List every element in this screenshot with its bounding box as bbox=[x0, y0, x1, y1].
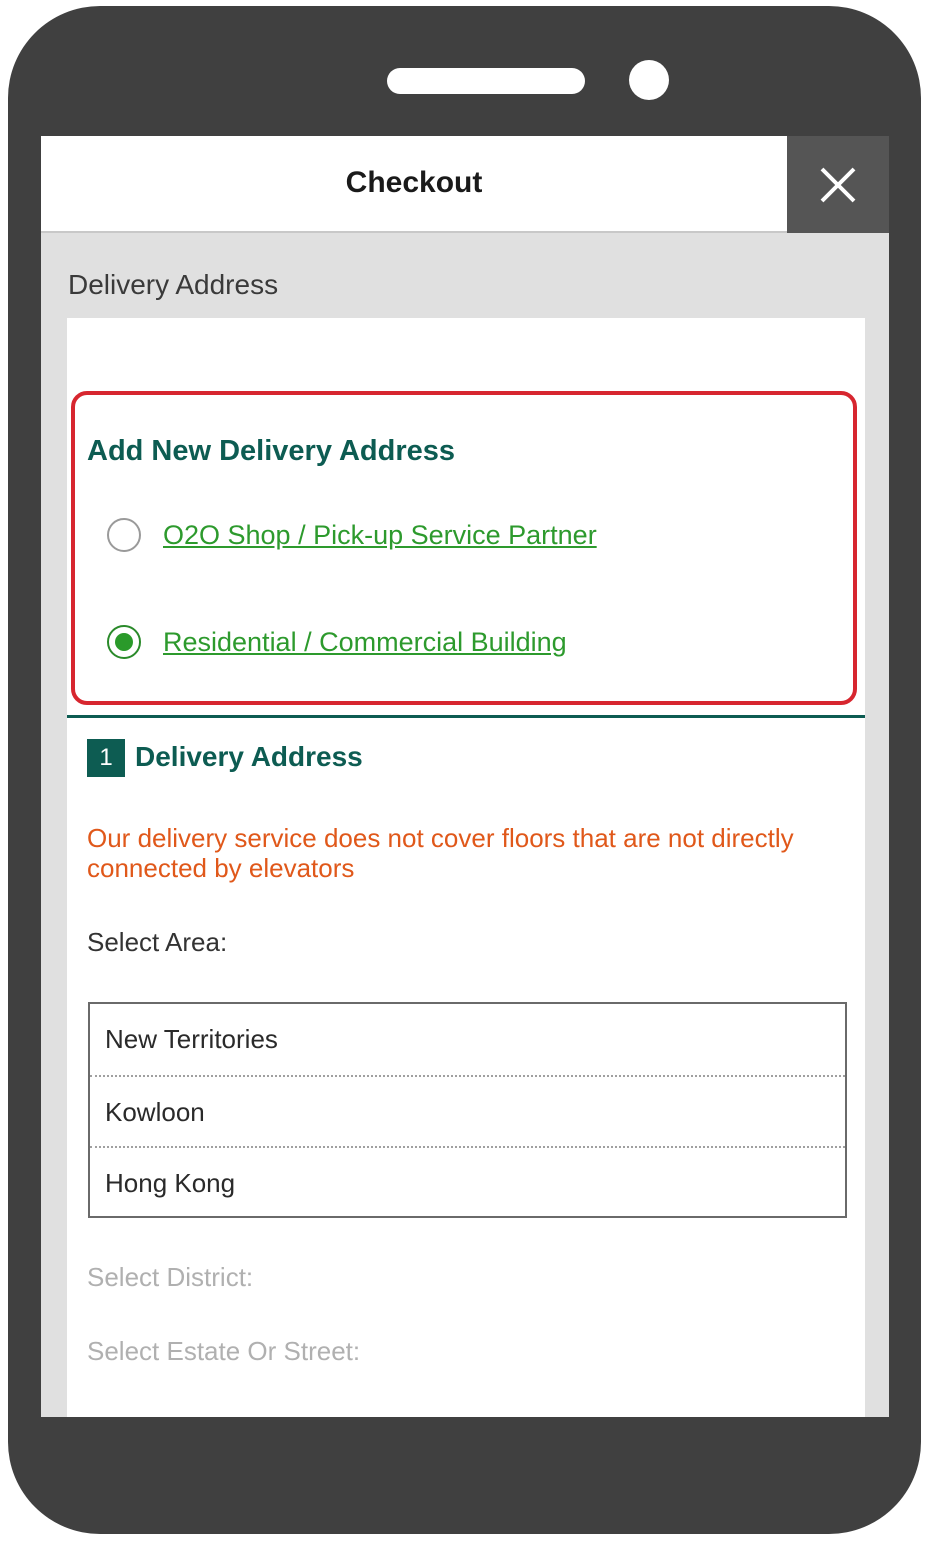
checkout-header: Checkout bbox=[41, 136, 889, 233]
add-address-title: Add New Delivery Address bbox=[87, 435, 455, 467]
select-district-label: Select District: bbox=[87, 1262, 254, 1292]
area-option-new-territories[interactable]: New Territories bbox=[90, 1004, 845, 1075]
area-list: New Territories Kowloon Hong Kong bbox=[88, 1002, 847, 1218]
checkout-screen: Checkout Delivery Address Add New Delive… bbox=[41, 136, 889, 1417]
option-residential-commercial-label[interactable]: Residential / Commercial Building bbox=[163, 627, 567, 658]
area-option-kowloon[interactable]: Kowloon bbox=[90, 1075, 845, 1146]
page-title: Checkout bbox=[345, 166, 483, 199]
delivery-notice: Our delivery service does not cover floo… bbox=[87, 823, 794, 883]
close-icon bbox=[820, 167, 856, 203]
address-panel: Add New Delivery Address O2O Shop / Pick… bbox=[67, 318, 865, 1417]
option-o2o-shop-label[interactable]: O2O Shop / Pick-up Service Partner bbox=[163, 520, 597, 551]
section-heading: Delivery Address bbox=[68, 269, 279, 300]
phone-camera bbox=[629, 60, 669, 100]
close-button[interactable] bbox=[787, 136, 889, 233]
step-number-badge: 1 bbox=[87, 739, 125, 777]
radio-residential-commercial[interactable] bbox=[107, 625, 141, 659]
section-divider bbox=[67, 715, 865, 718]
select-area-label: Select Area: bbox=[87, 927, 228, 957]
step-title: Delivery Address bbox=[135, 741, 363, 772]
select-estate-label: Select Estate Or Street: bbox=[87, 1336, 361, 1366]
area-option-hong-kong[interactable]: Hong Kong bbox=[90, 1146, 845, 1217]
radio-o2o-shop[interactable] bbox=[107, 518, 141, 552]
phone-speaker bbox=[387, 68, 585, 94]
